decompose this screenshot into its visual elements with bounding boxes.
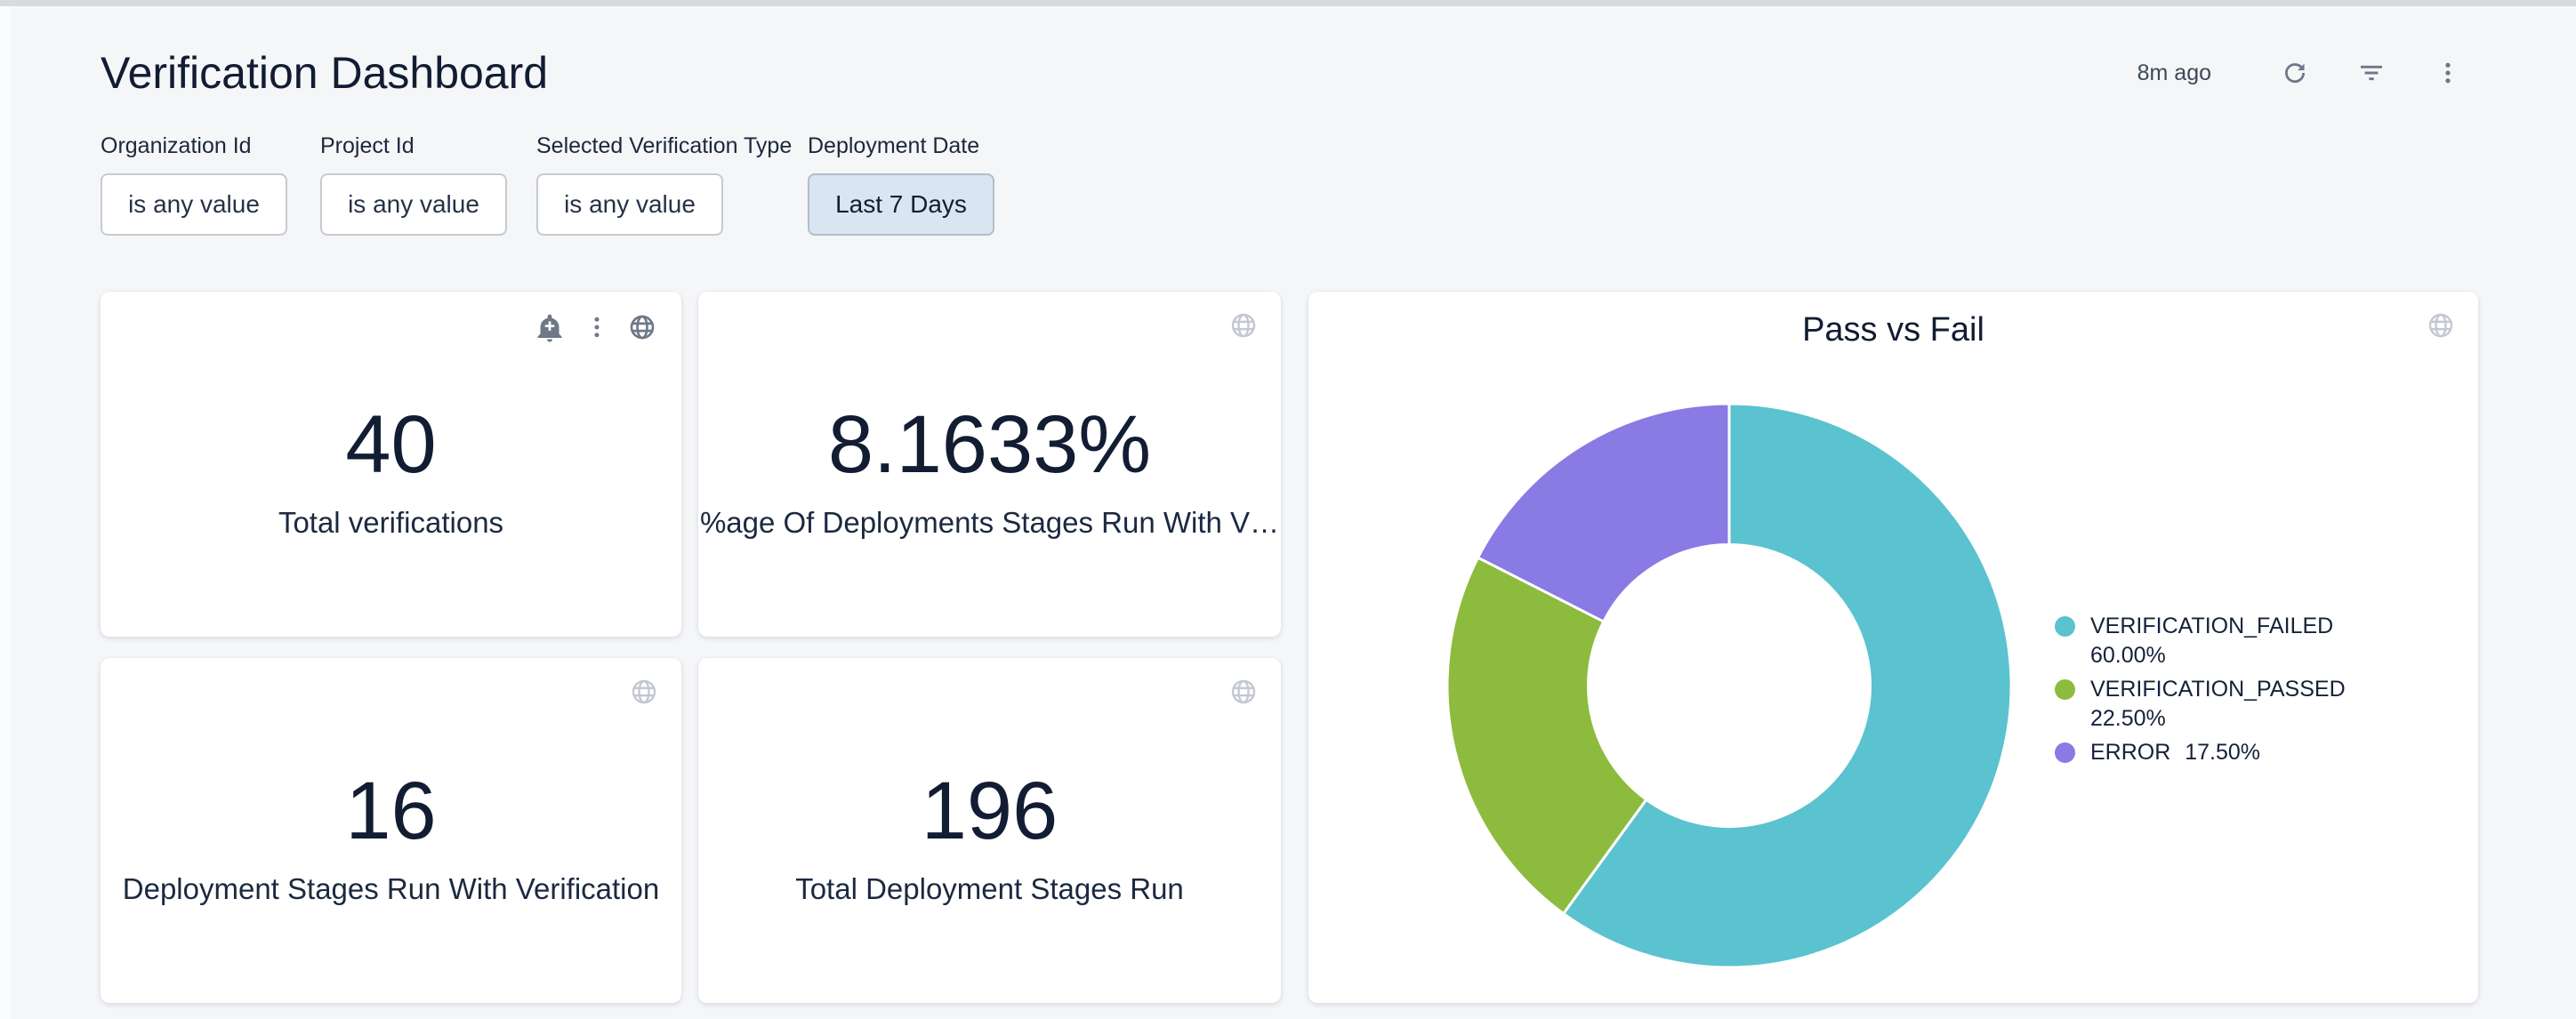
explore-from-here-button[interactable] [1229, 678, 1258, 710]
legend-percentage: 60.00% [2090, 641, 2333, 670]
filter-label: Selected Verification Type [536, 133, 808, 173]
filter-value-button[interactable]: is any value [536, 173, 723, 236]
globe-icon [1229, 311, 1258, 340]
donut-chart[interactable] [1445, 401, 2014, 970]
left-strip [0, 6, 11, 1019]
globe-icon [630, 678, 658, 706]
page-title: Verification Dashboard [101, 48, 548, 98]
tile-total-stages-run: 196 Total Deployment Stages Run [698, 658, 1281, 1003]
explore-from-here-button[interactable] [1229, 311, 1258, 344]
filter-label: Project Id [320, 133, 536, 173]
tile-pass-vs-fail: Pass vs Fail VERIFICATION_FAILED 60.00% [1308, 292, 2478, 1003]
filters-bar: Organization Id is any value Project Id … [101, 133, 999, 236]
legend-label: ERROR [2090, 740, 2170, 765]
header-actions: 8m ago [2137, 53, 2467, 92]
donut-chart-wrap [1445, 401, 2014, 970]
legend-label: VERIFICATION_PASSED [2090, 677, 2346, 702]
refresh-button[interactable] [2275, 53, 2314, 92]
legend-label: VERIFICATION_FAILED [2090, 614, 2333, 638]
filter-organization-id: Organization Id is any value [101, 133, 320, 236]
tile-total-verifications: 40 Total verifications [101, 292, 681, 637]
filter-selected-verification-type: Selected Verification Type is any value [536, 133, 808, 236]
legend-percentage: 22.50% [2090, 704, 2346, 734]
kebab-menu-icon [2435, 59, 2461, 87]
verification-dashboard-page: Verification Dashboard 8m ago [0, 0, 2576, 1019]
stat-value: 40 [101, 402, 681, 487]
stat-value: 8.1633% [698, 402, 1281, 487]
stat-value: 16 [101, 768, 681, 854]
filter-icon [2356, 59, 2387, 87]
last-refresh-time: 8m ago [2137, 60, 2211, 86]
add-alert-bell-icon [534, 311, 566, 343]
filter-value-button[interactable]: Last 7 Days [808, 173, 994, 236]
filter-label: Deployment Date [808, 133, 999, 173]
stat-value: 196 [698, 768, 1281, 854]
stat-label: Total Deployment Stages Run [698, 871, 1281, 907]
add-alert-button[interactable] [534, 311, 566, 343]
globe-icon [628, 313, 656, 341]
stat-label: Total verifications [101, 505, 681, 541]
legend-swatch-icon [2055, 679, 2075, 700]
filter-deployment-date: Deployment Date Last 7 Days [808, 133, 999, 236]
filter-project-id: Project Id is any value [320, 133, 536, 236]
chart-title: Pass vs Fail [1308, 309, 2478, 350]
globe-icon [1229, 678, 1258, 706]
legend-item: VERIFICATION_PASSED 22.50% [2055, 675, 2346, 734]
globe-icon [2427, 311, 2455, 340]
legend-swatch-icon [2055, 616, 2075, 637]
top-strip [0, 0, 2576, 6]
tile-pct-stages-with-verification: 8.1633% %age Of Deployments Stages Run W… [698, 292, 1281, 637]
filter-label: Organization Id [101, 133, 320, 173]
legend-percentage: 17.50% [2185, 740, 2260, 765]
stat-label: Deployment Stages Run With Verification [101, 871, 681, 907]
kebab-menu-icon [584, 313, 610, 341]
explore-from-here-button[interactable] [628, 313, 656, 341]
refresh-icon [2281, 59, 2309, 87]
dashboard-filters-button[interactable] [2352, 53, 2391, 92]
legend-item: ERROR 17.50% [2055, 738, 2346, 767]
explore-from-here-button[interactable] [2427, 311, 2455, 344]
tile-more-button[interactable] [584, 313, 610, 341]
explore-from-here-button[interactable] [630, 678, 658, 710]
stat-label: %age Of Deployments Stages Run With V… [698, 505, 1281, 541]
tile-hover-actions [516, 311, 656, 343]
dashboard-more-button[interactable] [2428, 53, 2467, 92]
tile-stages-run-with-verification: 16 Deployment Stages Run With Verificati… [101, 658, 681, 1003]
legend-swatch-icon [2055, 742, 2075, 763]
filter-value-button[interactable]: is any value [320, 173, 507, 236]
chart-legend: VERIFICATION_FAILED 60.00% VERIFICATION_… [2055, 612, 2346, 767]
legend-item: VERIFICATION_FAILED 60.00% [2055, 612, 2346, 670]
filter-value-button[interactable]: is any value [101, 173, 287, 236]
